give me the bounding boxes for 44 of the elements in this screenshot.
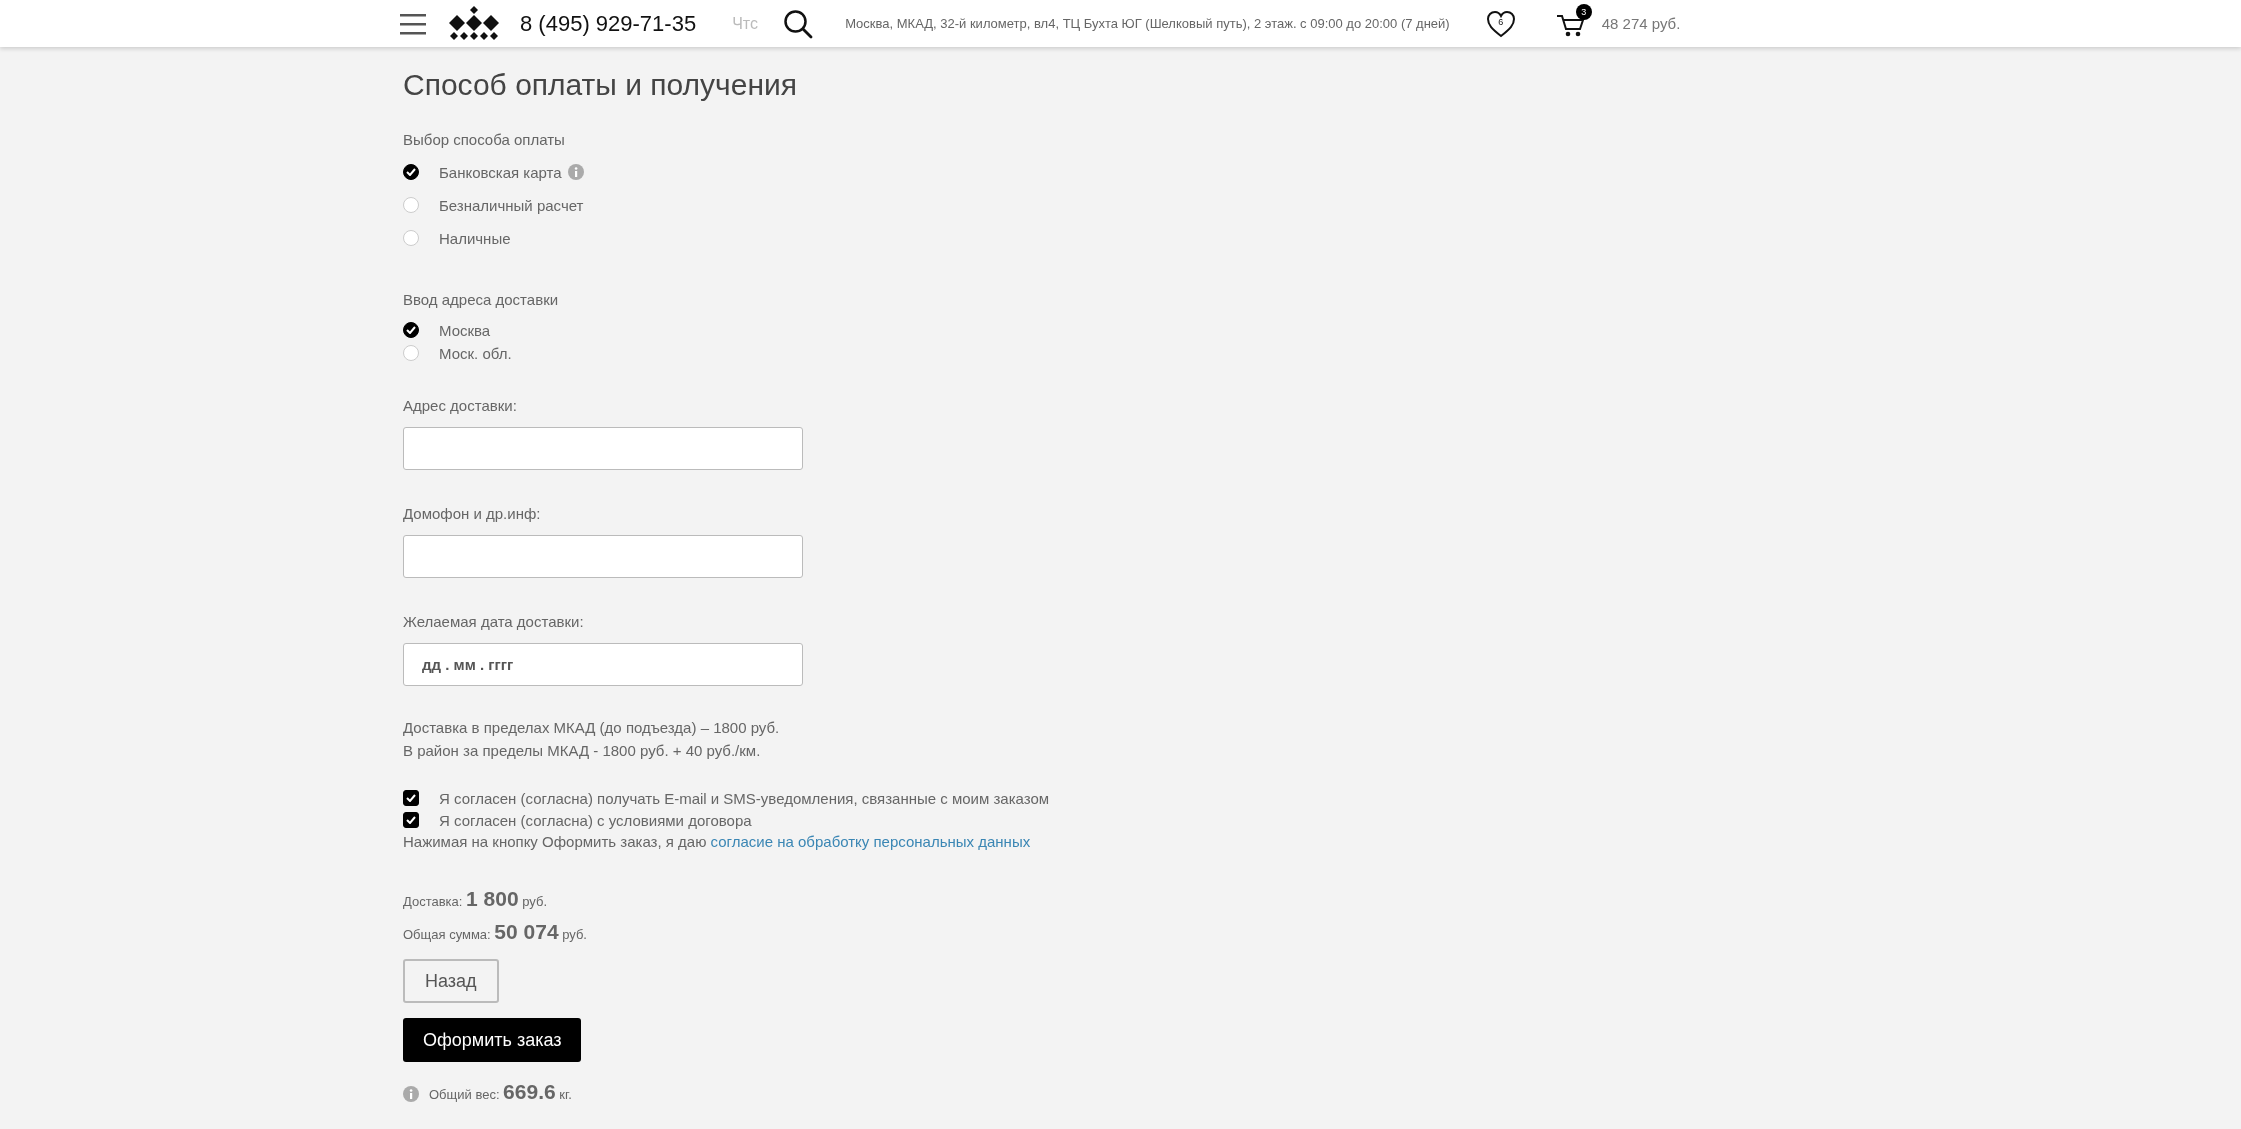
option-label[interactable]: Безналичный расчет <box>439 196 584 214</box>
store-address: Москва, МКАД, 32-й километр, вл4, ТЦ Бухта ЮГ (Шелковый путь), 2 этаж. с 09:00 до 20:00 (7 дней) <box>845 16 1450 31</box>
delivery-note: Доставка в пределах МКАД (до подъезда) – 1800 руб. <box>403 718 781 738</box>
input-field[interactable]: дд . мм . гггг <box>403 643 803 686</box>
radio-button[interactable] <box>403 322 419 338</box>
option-label[interactable]: Москва <box>439 321 491 339</box>
checkout-button[interactable]: Оформить заказ <box>403 1018 582 1062</box>
checkbox-label[interactable]: Я согласен (согласна) получать E-mail и SMS-уведомления, связанные с моим заказом <box>439 789 1050 807</box>
check-icon <box>406 794 416 802</box>
option-label[interactable]: Моск. обл. <box>439 344 512 362</box>
radio-button[interactable] <box>403 164 419 180</box>
section-label: Выбор способа оплаты <box>403 131 566 149</box>
favorites-count: 6 <box>1497 16 1505 27</box>
phone-number[interactable]: 8 (495) 929-71-35 <box>520 10 697 37</box>
delivery-note: В район за пределы МКАД - 1800 руб. + 40 руб./км. <box>403 741 762 761</box>
favorites-heart-icon[interactable]: 6 <box>1485 9 1516 38</box>
diamond-logo[interactable] <box>448 5 500 42</box>
search-icon[interactable] <box>783 8 814 39</box>
option-label[interactable]: Банковская карта <box>439 163 562 181</box>
total-weight: Общий вес: 669.6 кг. <box>429 1080 572 1105</box>
field-label: Адрес доставки: <box>403 397 518 415</box>
checkbox[interactable] <box>403 812 419 828</box>
checkbox-label[interactable]: Я согласен (согласна) с условиями договора <box>439 811 752 829</box>
back-button[interactable]: Назад <box>403 959 499 1003</box>
check-icon <box>406 168 416 176</box>
section-label: Ввод адреса доставки <box>403 291 560 309</box>
check-icon <box>406 326 416 334</box>
check-icon <box>406 816 416 824</box>
field-label: Домофон и др.инф: <box>403 505 542 523</box>
total-line: Доставка: 1 800 руб. <box>403 887 549 912</box>
cart-count-badge: 3 <box>1575 3 1592 20</box>
info-icon <box>403 1085 419 1102</box>
cart-total[interactable]: 48 274 руб. <box>1601 15 1681 32</box>
consent-link[interactable]: согласие на обработку персональных данных <box>710 833 1031 850</box>
input-field[interactable] <box>403 535 803 578</box>
field-label: Желаемая дата доставки: <box>403 613 585 631</box>
input-field[interactable] <box>403 427 803 470</box>
page-title: Способ оплаты и получения <box>403 67 798 103</box>
total-line: Общая сумма: 50 074 руб. <box>403 920 588 945</box>
consent-text: Нажимая на кнопку Оформить заказ, я даю согласие на обработку персональных данных <box>403 833 1032 851</box>
option-label[interactable]: Наличные <box>439 229 511 247</box>
menu-icon[interactable] <box>400 12 426 35</box>
search-field[interactable]: Чтс <box>732 14 773 33</box>
checkbox[interactable] <box>403 790 419 806</box>
